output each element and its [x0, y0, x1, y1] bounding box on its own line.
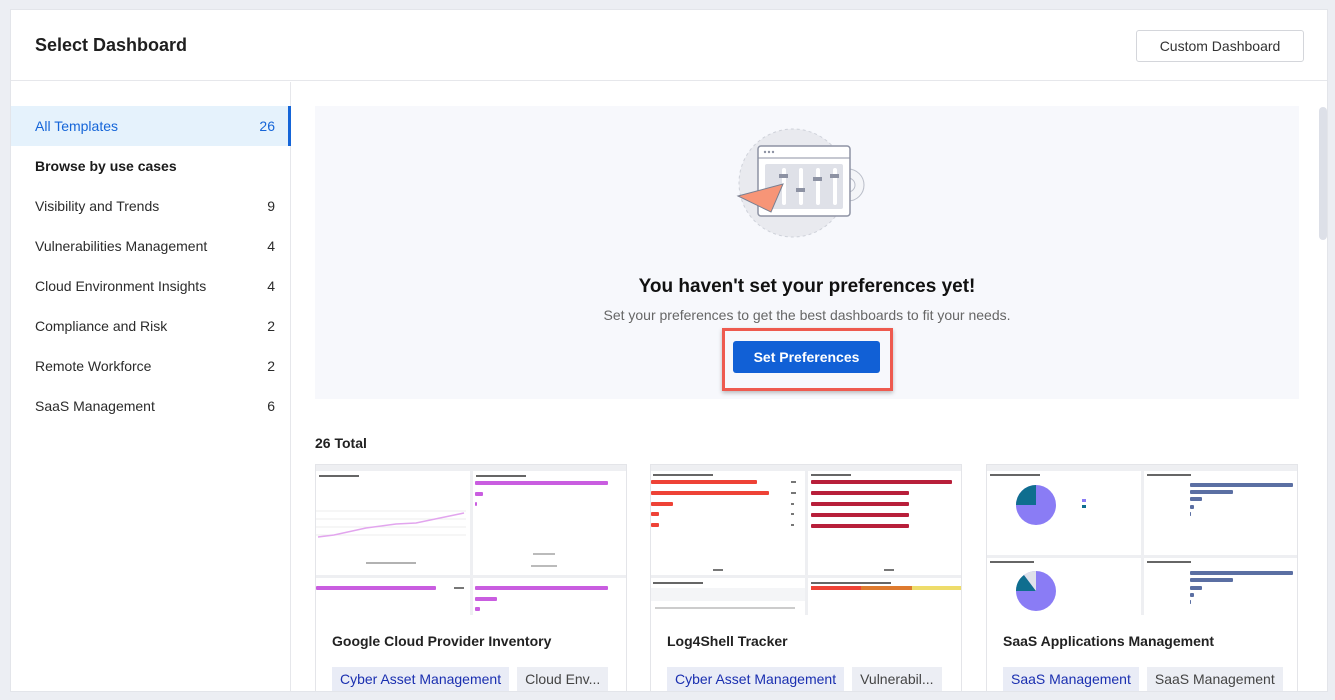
template-card-saas-applications-management[interactable]: SaaS Applications Management SaaS Manage…: [986, 464, 1298, 691]
preview-widget-bar-chart: [1144, 558, 1297, 615]
sidebar: All Templates 26 Browse by use cases Vis…: [11, 82, 291, 691]
sidebar-item-remote-workforce[interactable]: Remote Workforce 2: [11, 346, 291, 386]
template-tag: Cloud Env...: [517, 667, 609, 691]
sidebar-heading-label: Browse by use cases: [35, 158, 177, 174]
main-content: You haven't set your preferences yet! Se…: [292, 82, 1327, 691]
sidebar-item-label: All Templates: [35, 118, 119, 134]
template-tag: Cyber Asset Management: [667, 667, 845, 691]
template-preview: [316, 465, 626, 615]
page-title: Select Dashboard: [35, 35, 188, 55]
template-tags: Cyber Asset Management Cloud Env...: [332, 667, 609, 691]
template-tag: Cyber Asset Management: [332, 667, 510, 691]
sidebar-item-count: 4: [267, 278, 275, 294]
preview-pie-chart: [1016, 571, 1056, 611]
sidebar-item-count: 9: [267, 198, 275, 214]
sidebar-item-compliance-and-risk[interactable]: Compliance and Risk 2: [11, 306, 291, 346]
preview-widget-bar-chart: [1144, 471, 1297, 555]
template-tag: SaaS Management: [1146, 667, 1283, 691]
sidebar-item-label: SaaS Management: [35, 398, 155, 414]
preview-widget-bar-chart: [651, 471, 805, 575]
sidebar-item-count: 26: [259, 118, 275, 134]
preview-widget-pie-chart: [987, 471, 1141, 555]
preview-pie-chart: [1016, 485, 1056, 525]
preview-widget-line-chart: [316, 471, 470, 575]
preview-line-chart: [316, 510, 466, 564]
template-tag: Vulnerabil...: [852, 667, 942, 691]
template-card-title: Log4Shell Tracker: [667, 633, 788, 649]
preview-widget-bar-chart: [473, 471, 626, 575]
preview-widget-bar-chart: [808, 471, 961, 575]
template-tags: Cyber Asset Management Vulnerabil...: [667, 667, 942, 691]
sidebar-item-all-templates[interactable]: All Templates 26: [11, 106, 291, 146]
sidebar-item-label: Remote Workforce: [35, 358, 152, 374]
template-tags: SaaS Management SaaS Management: [1003, 667, 1283, 691]
sidebar-item-label: Visibility and Trends: [35, 198, 160, 214]
preview-widget-pie-chart: [987, 558, 1141, 615]
sidebar-heading: Browse by use cases: [11, 146, 291, 186]
template-card-title: SaaS Applications Management: [1003, 633, 1215, 649]
templates-total: 26 Total: [315, 435, 367, 451]
sidebar-item-visibility-and-trends[interactable]: Visibility and Trends 9: [11, 186, 291, 226]
template-tag: SaaS Management: [1003, 667, 1139, 691]
template-card-title: Google Cloud Provider Inventory: [332, 633, 552, 649]
sidebar-item-label: Compliance and Risk: [35, 318, 168, 334]
preferences-sliders-illustration: [736, 128, 865, 238]
preferences-subtitle: Set your preferences to get the best das…: [603, 307, 1011, 323]
template-preview: [987, 465, 1297, 615]
preview-widget-bar-chart: [316, 578, 470, 615]
sidebar-item-count: 4: [267, 238, 275, 254]
vertical-scrollbar-track[interactable]: [1311, 82, 1327, 691]
preferences-title: You haven't set your preferences yet!: [638, 276, 976, 297]
preview-widget-stacked-bar: [808, 578, 961, 615]
template-card-google-cloud-provider-inventory[interactable]: Google Cloud Provider Inventory Cyber As…: [315, 464, 627, 691]
sidebar-item-label: Vulnerabilities Management: [35, 238, 208, 254]
sidebar-item-saas-management[interactable]: SaaS Management 6: [11, 386, 291, 426]
set-preferences-button[interactable]: Set Preferences: [733, 341, 880, 373]
header: Select Dashboard Custom Dashboard: [11, 10, 1327, 81]
sidebar-item-label: Cloud Environment Insights: [35, 278, 207, 294]
template-card-log4shell-tracker[interactable]: Log4Shell Tracker Cyber Asset Management…: [650, 464, 962, 691]
preview-widget-table: [651, 578, 805, 615]
sidebar-item-count: 2: [267, 358, 275, 374]
sidebar-item-count: 6: [267, 398, 275, 414]
template-preview: [651, 465, 961, 615]
preferences-panel: You haven't set your preferences yet! Se…: [315, 106, 1299, 399]
custom-dashboard-button[interactable]: Custom Dashboard: [1136, 30, 1304, 62]
sidebar-item-cloud-environment-insights[interactable]: Cloud Environment Insights 4: [11, 266, 291, 306]
sidebar-item-vulnerabilities-management[interactable]: Vulnerabilities Management 4: [11, 226, 291, 266]
sidebar-item-count: 2: [267, 318, 275, 334]
select-dashboard-window: Select Dashboard Custom Dashboard All Te…: [10, 9, 1328, 692]
preview-widget-bar-chart: [473, 578, 626, 615]
vertical-scrollbar-thumb[interactable]: [1319, 107, 1327, 240]
